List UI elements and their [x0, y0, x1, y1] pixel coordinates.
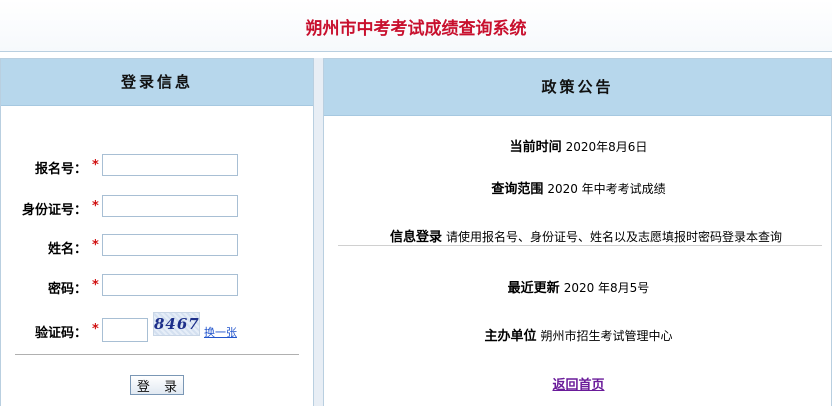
- name-label: 姓名：: [47, 242, 87, 257]
- password-input[interactable]: [102, 274, 238, 296]
- notice-item-key: 查询范围: [491, 182, 544, 197]
- password-row: 密码： *: [1, 274, 315, 298]
- notice-item-key: 最近更新: [507, 281, 560, 296]
- captcha-row: 验证码： * 8467 换一张: [1, 312, 315, 342]
- notice-item-value: 2020 年8月5号: [563, 281, 650, 295]
- notice-item-organizer: 主办单位 朔州市招生考试管理中心: [324, 325, 832, 344]
- registration-number-row: 报名号： *: [1, 154, 315, 178]
- required-mark: *: [92, 158, 99, 173]
- registration-number-label: 报名号：: [34, 162, 87, 177]
- captcha-input[interactable]: [102, 318, 148, 342]
- panel-divider: [314, 58, 323, 406]
- notice-item-last-updated: 最近更新 2020 年8月5号: [324, 277, 832, 296]
- notice-item-current-time: 当前时间 2020年8月6日: [324, 136, 832, 155]
- back-to-home-link[interactable]: 返回首页: [324, 374, 832, 393]
- name-input[interactable]: [102, 234, 238, 256]
- captcha-image[interactable]: 8467: [153, 312, 200, 336]
- page-header: 朔州市中考考试成绩查询系统: [0, 0, 832, 52]
- required-mark: *: [92, 278, 99, 293]
- notice-item-value: 2020 年中考考试成绩: [547, 182, 666, 196]
- notice-divider: [338, 245, 822, 246]
- notice-panel-heading: 政策公告: [324, 59, 831, 116]
- notice-item-value: 朔州市招生考试管理中心: [540, 329, 673, 343]
- required-mark: *: [92, 238, 99, 253]
- notice-item-scope: 查询范围 2020 年中考考试成绩: [324, 178, 832, 197]
- form-divider: [15, 354, 299, 355]
- required-mark: *: [92, 199, 99, 214]
- notice-item-value: 2020年8月6日: [565, 140, 648, 154]
- name-row: 姓名： *: [1, 234, 315, 258]
- id-number-row: 身份证号： *: [1, 195, 315, 219]
- id-number-label: 身份证号：: [21, 203, 87, 218]
- login-panel: 登录信息 报名号： * 身份证号： * 姓名： * 密码： * 验证码： * 8…: [0, 58, 314, 406]
- notice-item-value: 请使用报名号、身份证号、姓名以及志愿填报时密码登录本查询: [446, 230, 783, 244]
- registration-number-input[interactable]: [102, 154, 238, 176]
- required-mark: *: [92, 322, 99, 337]
- captcha-refresh-link[interactable]: 换一张: [204, 324, 237, 340]
- notice-item-key: 当前时间: [509, 140, 562, 155]
- notice-item-key: 主办单位: [484, 329, 537, 344]
- notice-panel: 政策公告 当前时间 2020年8月6日 查询范围 2020 年中考考试成绩 信息登录…: [323, 58, 832, 406]
- login-button[interactable]: 登 录: [130, 375, 184, 395]
- site-title: 朔州市中考考试成绩查询系统: [305, 19, 527, 39]
- login-panel-heading: 登录信息: [1, 59, 313, 106]
- password-label: 密码：: [47, 282, 87, 297]
- notice-item-key: 信息登录: [390, 230, 443, 245]
- id-number-input[interactable]: [102, 195, 238, 217]
- notice-item-login-info: 信息登录 请使用报名号、身份证号、姓名以及志愿填报时密码登录本查询: [324, 226, 832, 245]
- captcha-label: 验证码：: [34, 326, 87, 341]
